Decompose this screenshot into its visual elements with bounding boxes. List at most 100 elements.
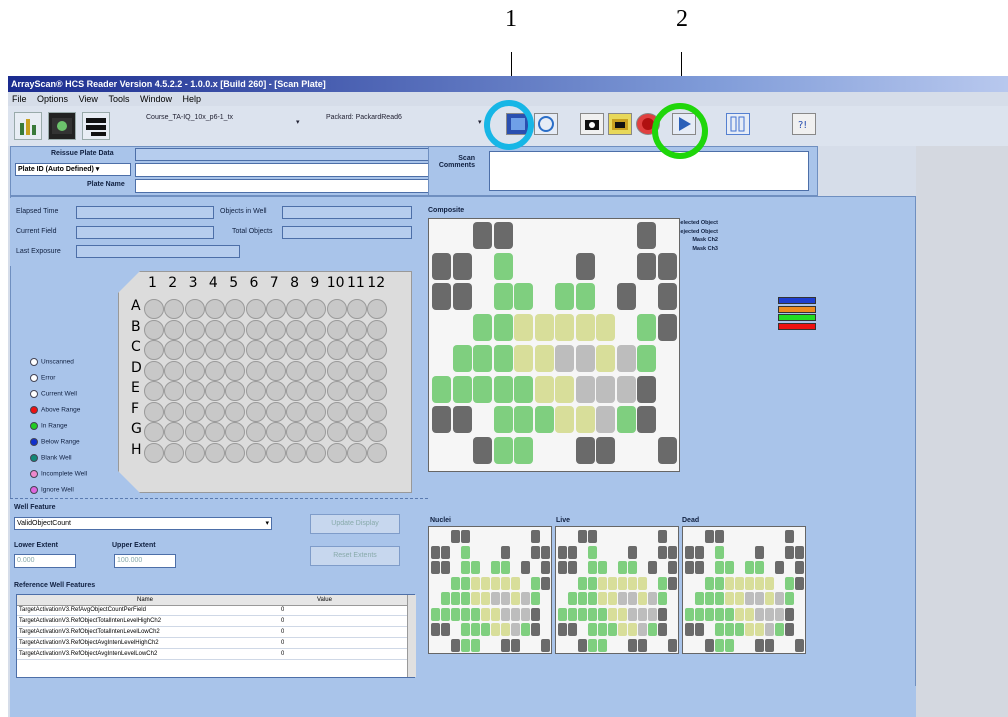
plate-id-input[interactable] [135, 163, 429, 177]
plate-well[interactable] [306, 319, 327, 340]
plate-well[interactable] [245, 422, 266, 442]
plate-well[interactable] [204, 319, 225, 340]
plate-well[interactable] [326, 299, 347, 319]
plate-well[interactable] [286, 422, 307, 442]
plate-well[interactable] [245, 360, 266, 381]
plate-well[interactable] [225, 442, 246, 463]
table-row[interactable]: TargetActivationV3.RefObjectAvgIntenLeve… [17, 638, 407, 649]
load-button[interactable] [608, 113, 632, 135]
plate-well[interactable] [164, 360, 185, 381]
plate-well[interactable] [144, 442, 164, 463]
plate-well[interactable] [204, 401, 225, 422]
plate-well[interactable] [184, 422, 205, 442]
plate-well[interactable] [326, 401, 347, 422]
menu-file[interactable]: File [12, 94, 27, 104]
plate-well[interactable] [367, 442, 388, 463]
menu-window[interactable]: Window [140, 94, 172, 104]
about-button[interactable]: ?! [792, 113, 816, 135]
plate-well[interactable] [286, 319, 307, 340]
plate-well[interactable] [184, 360, 205, 381]
plate-well[interactable] [204, 381, 225, 401]
plate-well[interactable] [326, 442, 347, 463]
plate-well[interactable] [326, 319, 347, 340]
upper-extent-input[interactable]: 100.000 [114, 554, 176, 568]
plate-well[interactable] [225, 401, 246, 422]
plate-well[interactable] [225, 319, 246, 340]
menu-help[interactable]: Help [183, 94, 202, 104]
capture-button[interactable] [580, 113, 604, 135]
plate-well[interactable] [204, 422, 225, 442]
plate-well[interactable] [286, 381, 307, 401]
plate-well[interactable] [245, 401, 266, 422]
plate-well[interactable] [245, 381, 266, 401]
plate-button[interactable] [82, 112, 110, 140]
well-feature-select[interactable]: ValidObjectCount ▾ [14, 517, 272, 530]
plate-well[interactable] [347, 319, 367, 340]
update-display-button[interactable]: Update Display [310, 514, 400, 534]
plate-well[interactable] [245, 442, 266, 463]
plate-well[interactable] [144, 401, 164, 422]
protocol-dropdown-icon[interactable]: ▾ [296, 118, 300, 126]
plate-well[interactable] [184, 442, 205, 463]
plate-well[interactable] [347, 422, 367, 442]
plate-well[interactable] [164, 442, 185, 463]
lower-extent-input[interactable]: 0.000 [14, 554, 76, 568]
scan-view-button[interactable] [48, 112, 76, 140]
plate-well[interactable] [265, 381, 286, 401]
plate-well[interactable] [144, 340, 164, 360]
plate-well[interactable] [367, 360, 388, 381]
plate-name-input[interactable] [135, 179, 429, 193]
reset-extents-button[interactable]: Reset Extents [310, 546, 400, 566]
network-button[interactable] [534, 113, 558, 135]
plate-well[interactable] [144, 299, 164, 319]
plate-well[interactable] [306, 360, 327, 381]
menu-options[interactable]: Options [37, 94, 68, 104]
table-row[interactable]: TargetActivationV3.RefObjectAvgIntenLeve… [17, 649, 407, 660]
plate-well[interactable] [347, 401, 367, 422]
plate-well[interactable] [326, 422, 347, 442]
menu-view[interactable]: View [79, 94, 98, 104]
menu-tools[interactable]: Tools [108, 94, 129, 104]
table-scrollbar[interactable] [407, 595, 416, 677]
plate-well[interactable] [367, 401, 388, 422]
plate-well[interactable] [306, 442, 327, 463]
plate-well[interactable] [265, 299, 286, 319]
plate-well[interactable] [286, 360, 307, 381]
plate-well[interactable] [326, 360, 347, 381]
plate-well[interactable] [204, 299, 225, 319]
plate-well[interactable] [204, 442, 225, 463]
plate-well[interactable] [347, 299, 367, 319]
plate-well[interactable] [265, 422, 286, 442]
protocol-name[interactable]: Course_TA-IQ_10x_p6-1_tx [146, 114, 233, 121]
plate-well[interactable] [326, 381, 347, 401]
plate-well[interactable] [225, 360, 246, 381]
plate-well[interactable] [245, 340, 266, 360]
table-row[interactable]: TargetActivationV3.RefObjectTotalIntenLe… [17, 627, 407, 638]
plate-well[interactable] [286, 442, 307, 463]
plate-well[interactable] [164, 319, 185, 340]
plate-well[interactable] [144, 319, 164, 340]
plate-well[interactable] [347, 340, 367, 360]
plate-well[interactable] [144, 381, 164, 401]
plate-well[interactable] [204, 340, 225, 360]
plate-well[interactable] [286, 340, 307, 360]
reissue-plate-field[interactable] [135, 148, 429, 161]
plate-well[interactable] [347, 442, 367, 463]
plate-well[interactable] [265, 340, 286, 360]
table-row[interactable]: TargetActivationV3.RefObjectTotalIntenLe… [17, 616, 407, 627]
reader-dropdown-icon[interactable]: ▾ [478, 118, 482, 126]
plate-well[interactable] [347, 360, 367, 381]
plate-well[interactable] [265, 442, 286, 463]
plate-well[interactable] [367, 319, 388, 340]
plate-well[interactable] [306, 401, 327, 422]
plate-well[interactable] [265, 401, 286, 422]
plate-well[interactable] [144, 422, 164, 442]
plate-well[interactable] [184, 381, 205, 401]
plate-well[interactable] [265, 360, 286, 381]
plate-well[interactable] [184, 299, 205, 319]
plate-well[interactable] [184, 401, 205, 422]
protocol-button[interactable] [14, 112, 42, 140]
layout-button[interactable] [726, 113, 750, 135]
plate-well[interactable] [144, 360, 164, 381]
plate-well[interactable] [245, 319, 266, 340]
